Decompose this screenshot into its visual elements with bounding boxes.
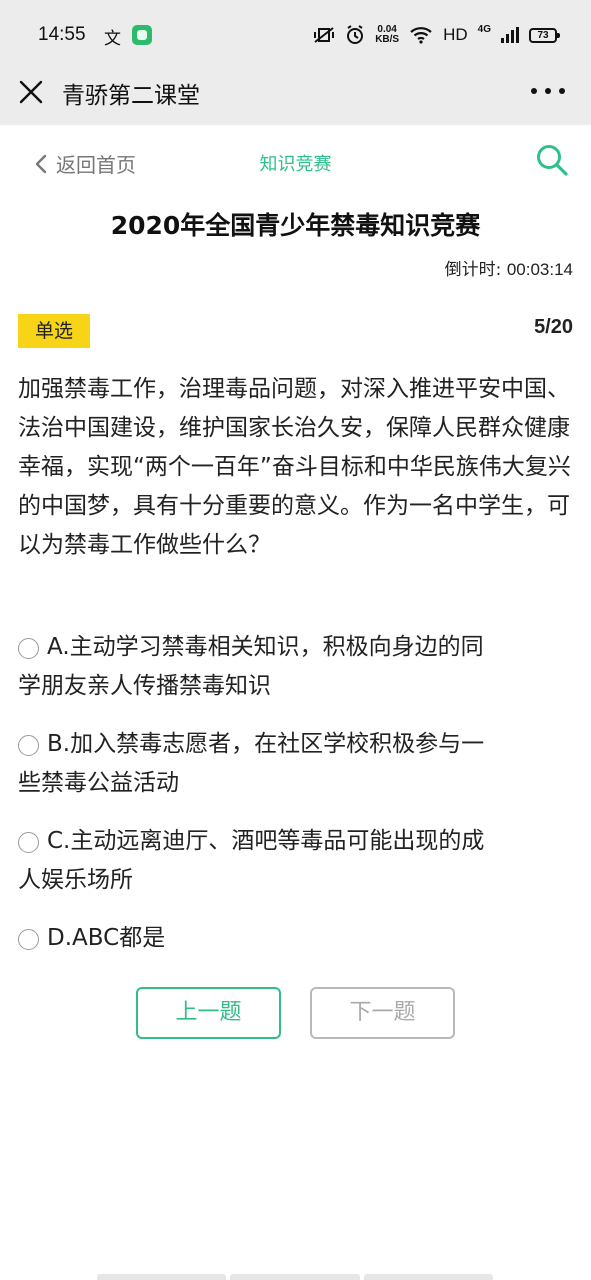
option-c-line2: 人娱乐场所 <box>18 867 133 893</box>
more-button[interactable] <box>531 86 565 96</box>
quiz-title: 2020年全国青少年禁毒知识竞赛 <box>110 211 481 240</box>
option-b-line1: B.加入禁毒志愿者，在社区学校积极参与一 <box>47 731 485 757</box>
option-c[interactable]: C.主动远离迪厅、酒吧等毒品可能出现的成 人娱乐场所 <box>18 822 574 900</box>
bottom-handle <box>97 1274 493 1280</box>
wifi-icon <box>410 27 432 44</box>
search-button[interactable] <box>535 143 569 177</box>
vibrate-off-icon <box>314 27 335 43</box>
alarm-icon <box>347 25 364 44</box>
page-title: 知识竞赛 <box>259 154 332 175</box>
page-nav: 返回首页 知识竞赛 <box>0 125 591 197</box>
question-progress: 5/20 <box>534 316 573 338</box>
more-dot-icon <box>531 88 537 94</box>
app-notification-icon <box>132 25 152 45</box>
option-c-line1: C.主动远离迪厅、酒吧等毒品可能出现的成 <box>47 828 485 854</box>
option-b[interactable]: B.加入禁毒志愿者，在社区学校积极参与一 些禁毒公益活动 <box>18 725 574 803</box>
signal-icon <box>501 27 519 43</box>
speed-unit: KB/S <box>375 34 400 45</box>
search-icon <box>537 145 568 176</box>
battery-icon: 73 <box>529 27 560 43</box>
answer-options: A.主动学习禁毒相关知识，积极向身边的同 学朋友亲人传播禁毒知识 B.加入禁毒志… <box>18 628 574 977</box>
question-text: 加强禁毒工作，治理毒品问题，对深入推进平安中国、法治中国建设，维护国家长治久安，… <box>18 376 571 558</box>
countdown-value: 00:03:14 <box>506 260 573 279</box>
close-button[interactable] <box>16 77 46 107</box>
question-type-badge: 单选 <box>18 314 90 348</box>
radio-icon[interactable] <box>18 638 39 659</box>
previous-question-button[interactable]: 上一题 <box>136 987 281 1039</box>
option-b-line2: 些禁毒公益活动 <box>18 770 179 796</box>
next-question-button[interactable]: 下一题 <box>310 987 455 1039</box>
status-time: 14:55 <box>38 24 86 45</box>
radio-icon[interactable] <box>18 929 39 950</box>
status-indicators: 0.04 KB/S HD 4G 73 <box>313 23 560 46</box>
option-d-line1: D.ABC都是 <box>47 925 166 951</box>
app-title: 青骄第二课堂 <box>62 83 200 109</box>
option-d[interactable]: D.ABC都是 <box>18 919 574 958</box>
option-a-line1: A.主动学习禁毒相关知识，积极向身边的同 <box>47 634 484 660</box>
radio-icon[interactable] <box>18 735 39 756</box>
network-speed: 0.04 KB/S <box>375 25 399 45</box>
option-c-text: C.主动远离迪厅、酒吧等毒品可能出现的成 人娱乐场所 <box>18 822 574 900</box>
more-dot-icon <box>545 88 551 94</box>
close-icon <box>19 80 43 104</box>
more-dot-icon <box>559 88 565 94</box>
countdown-label: 倒计时: <box>444 260 507 280</box>
option-a-text: A.主动学习禁毒相关知识，积极向身边的同 学朋友亲人传播禁毒知识 <box>18 628 574 706</box>
translate-icon: 文 <box>104 29 121 49</box>
countdown: 倒计时: 00:03:14 <box>445 255 573 280</box>
app-title-bar: 青骄第二课堂 <box>0 68 591 125</box>
option-a[interactable]: A.主动学习禁毒相关知识，积极向身边的同 学朋友亲人传播禁毒知识 <box>18 628 574 706</box>
option-d-text: D.ABC都是 <box>47 919 574 958</box>
status-bar: 14:55 文 0.04 KB/S HD 4G 73 <box>0 0 591 68</box>
hd-indicator: HD <box>443 25 468 44</box>
network-type: 4G <box>477 23 491 35</box>
radio-icon[interactable] <box>18 832 39 853</box>
option-a-line2: 学朋友亲人传播禁毒知识 <box>18 673 271 699</box>
option-b-text: B.加入禁毒志愿者，在社区学校积极参与一 些禁毒公益活动 <box>18 725 574 803</box>
